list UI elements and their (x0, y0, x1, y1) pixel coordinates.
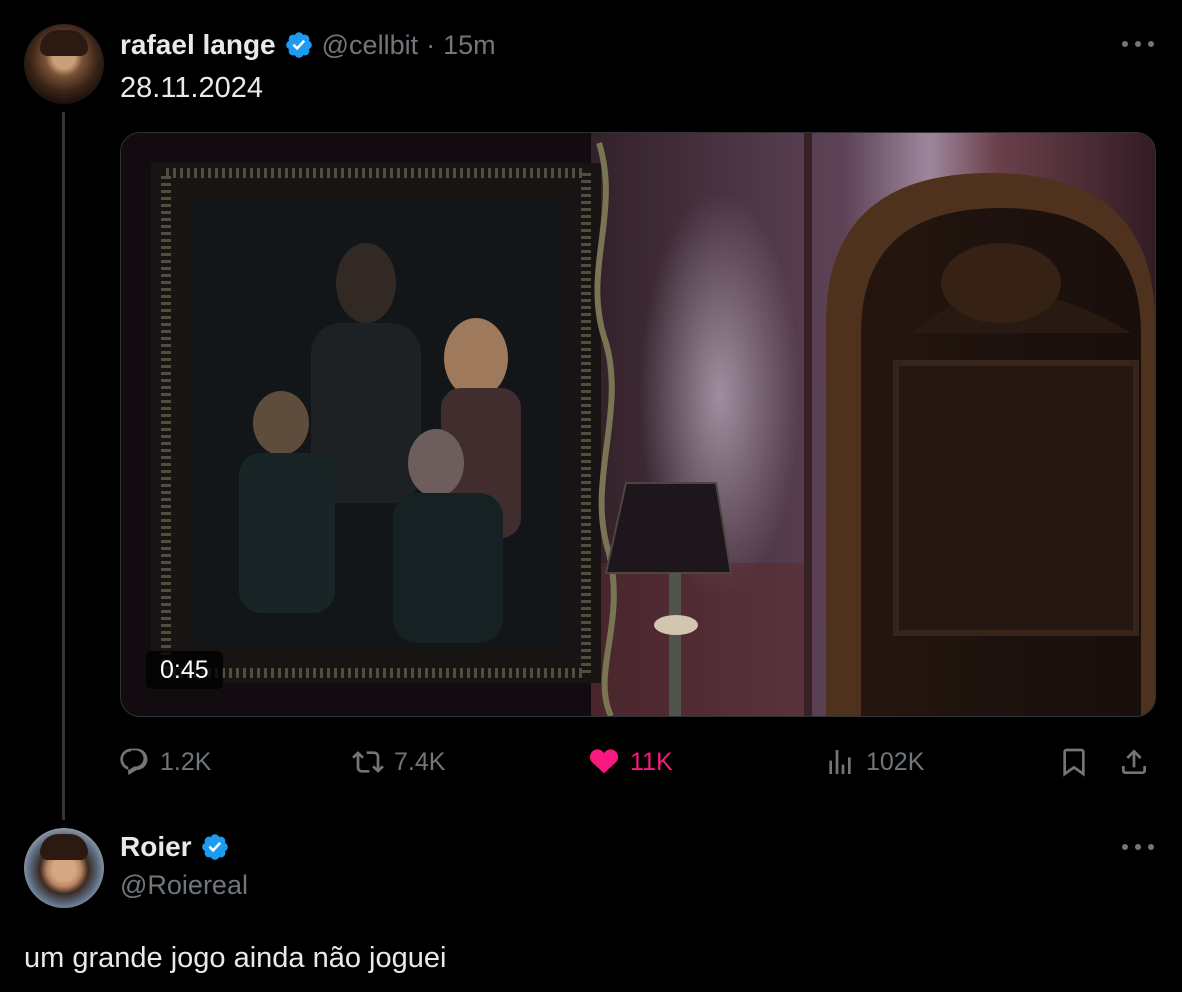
author-name[interactable]: Roier (120, 831, 192, 863)
repost-count: 7.4K (394, 747, 446, 776)
separator-dot: · (426, 29, 436, 60)
video-player[interactable] (120, 132, 1156, 717)
like-count: 11K (630, 747, 673, 776)
heart-icon (589, 749, 619, 774)
reply-count: 1.2K (160, 747, 212, 776)
repost-button[interactable]: 7.4K (352, 742, 445, 782)
like-button[interactable]: 11K (588, 742, 673, 782)
author-avatar-cellbit[interactable] (24, 24, 104, 104)
tweet2-header: Roier (120, 828, 230, 866)
avatar-hair (40, 30, 88, 56)
video-duration-badge: 0:45 (146, 651, 223, 689)
share-button[interactable] (1118, 742, 1150, 782)
views-count: 102K (866, 747, 925, 776)
share-icon (1122, 749, 1146, 774)
tweet1-header: rafael lange @cellbit · 15m (120, 26, 496, 64)
bookmark-icon (1063, 748, 1085, 777)
reply-button[interactable]: 1.2K (118, 742, 211, 782)
tweet-timestamp[interactable]: 15m (443, 30, 496, 61)
reply-icon (120, 748, 148, 775)
more-icon[interactable] (1122, 36, 1154, 52)
bookmark-button[interactable] (1058, 742, 1090, 782)
avatar-hair (40, 834, 88, 860)
tweet-text: 28.11.2024 (120, 72, 263, 104)
verified-badge-icon (285, 32, 312, 58)
tweet-text: um grande jogo ainda não joguei (24, 942, 447, 974)
views-button[interactable]: 102K (824, 742, 924, 782)
author-handle[interactable]: @Roiereal (120, 870, 248, 901)
more-icon[interactable] (1122, 839, 1154, 855)
video-thumbnail (121, 133, 1155, 716)
views-icon (829, 750, 851, 774)
author-name[interactable]: rafael lange (120, 29, 276, 61)
verified-badge-icon (201, 834, 228, 860)
author-avatar-roier[interactable] (24, 828, 104, 908)
repost-icon (352, 751, 384, 773)
author-handle[interactable]: @cellbit (322, 30, 418, 61)
thread-connector (62, 112, 65, 820)
